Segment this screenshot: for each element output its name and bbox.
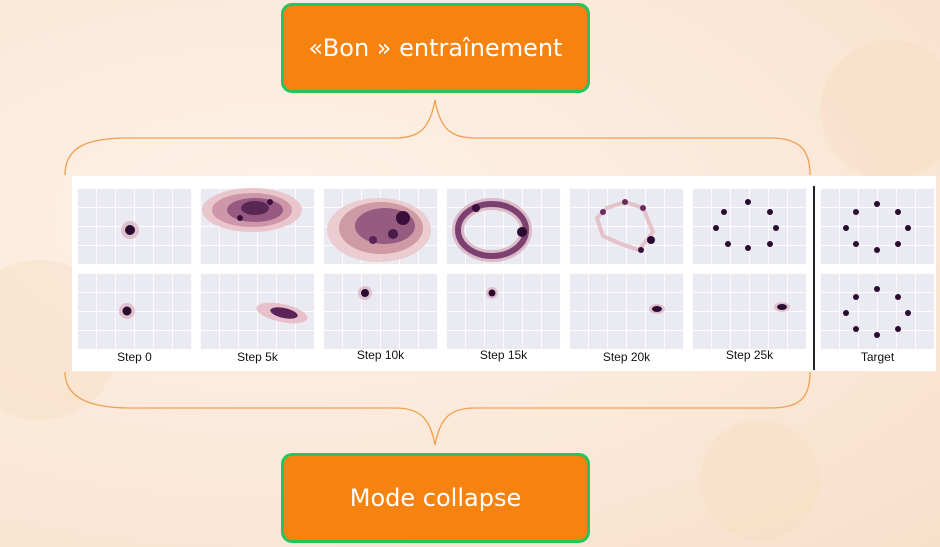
plot-row1-step10k	[323, 188, 438, 264]
plot-row1-step0	[77, 188, 192, 264]
gan-training-figure: Step 0 Step 5k Step 10k Step 15k Step 20…	[72, 176, 936, 371]
step-label-20k: Step 20k	[602, 350, 651, 364]
step-label-5k: Step 5k	[237, 350, 278, 364]
plot-row1-step5k	[200, 188, 315, 264]
target-divider	[813, 186, 815, 370]
step-label-15k: Step 15k	[479, 348, 528, 362]
plot-row1-step20k	[569, 188, 684, 264]
target-label: Target	[860, 350, 895, 364]
plot-row2-step20k	[569, 273, 684, 349]
plot-row2-step0	[77, 273, 192, 349]
plot-row2-step10k	[323, 273, 438, 349]
plot-row1-step15k	[446, 188, 561, 264]
mode-collapse-label: Mode collapse	[349, 484, 522, 512]
plot-row2-target	[820, 273, 935, 349]
plot-row2-step5k	[200, 273, 315, 349]
step-label-10k: Step 10k	[356, 348, 405, 362]
step-label-0: Step 0	[117, 350, 152, 364]
plot-row2-step15k	[446, 273, 561, 349]
bottom-brace	[64, 371, 811, 446]
step-label-25k: Step 25k	[725, 348, 774, 362]
plot-row2-step25k	[692, 273, 807, 349]
mode-collapse-box: Mode collapse	[281, 453, 590, 543]
plot-row1-step25k	[692, 188, 807, 264]
plot-row1-target	[820, 188, 935, 264]
top-brace	[64, 99, 811, 176]
